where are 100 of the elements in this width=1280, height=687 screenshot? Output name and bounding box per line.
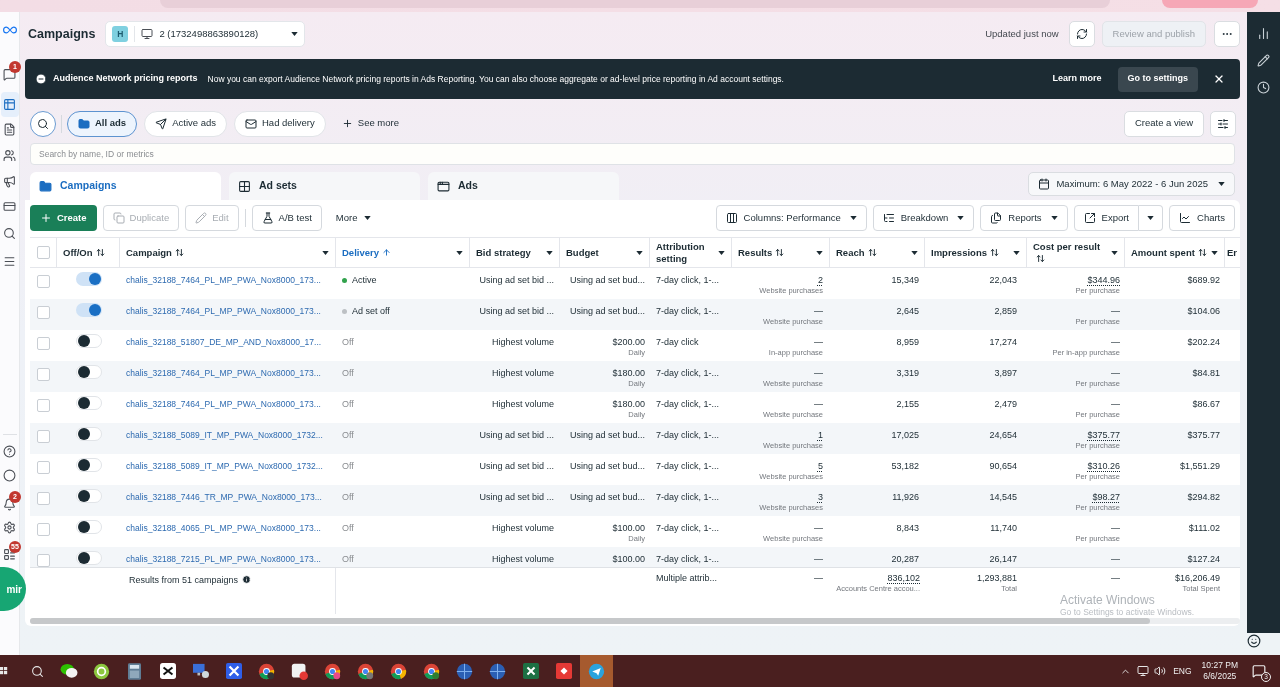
row-checkbox[interactable] [37, 523, 50, 536]
more-menu-button[interactable]: More [327, 205, 380, 231]
help-icon[interactable] [3, 445, 16, 458]
globe-icon[interactable] [456, 662, 473, 680]
column-header[interactable]: Delivery [336, 238, 470, 267]
results-value[interactable]: 2 [818, 275, 823, 286]
export-button[interactable]: Export [1073, 205, 1139, 231]
filter-pill[interactable]: Active ads [144, 110, 227, 137]
level-tab[interactable]: Ads [428, 172, 619, 200]
campaign-link[interactable]: chalis_32188_7215_PL_MP_PWA_Nox8000_173... [126, 554, 336, 565]
filter-pill[interactable]: Had delivery [234, 110, 326, 137]
card-icon[interactable] [3, 200, 16, 213]
column-header[interactable]: Amount spent [1125, 238, 1225, 267]
row-checkbox[interactable] [37, 554, 50, 567]
column-header[interactable]: Er [1225, 238, 1240, 267]
cross-app-icon[interactable] [225, 663, 242, 679]
campaign-link[interactable]: chalis_32188_7464_PL_MP_PWA_Nox8000_173... [126, 399, 336, 410]
menu-button[interactable]: Breakdown [872, 205, 975, 231]
toolbar-button[interactable]: A/B test [251, 205, 322, 231]
row-checkbox[interactable] [37, 337, 50, 350]
select-all-checkbox[interactable] [36, 246, 50, 259]
campaign-link[interactable]: chalis_32188_7464_PL_MP_PWA_Nox8000_173... [126, 306, 336, 317]
go-to-settings-button[interactable]: Go to settings [1117, 66, 1198, 92]
monitor-icon[interactable] [1137, 665, 1150, 677]
row-checkbox[interactable] [37, 461, 50, 474]
search-icon[interactable] [30, 664, 44, 678]
toggle-switch[interactable] [75, 489, 102, 503]
cost-per-result-value[interactable]: $375.77 [1087, 430, 1120, 441]
toggle-switch[interactable] [75, 272, 102, 286]
charts-button[interactable]: Charts [1169, 205, 1235, 231]
monitor-app-icon[interactable] [191, 663, 210, 679]
megaphone-icon[interactable] [3, 175, 16, 188]
clock-icon[interactable] [1257, 81, 1270, 94]
language-indicator[interactable]: ENG [1173, 664, 1192, 678]
reach-total[interactable]: 836,102 [887, 573, 920, 584]
export-menu-button[interactable] [1139, 205, 1163, 231]
column-header[interactable]: Bid strategy [470, 238, 560, 267]
column-header[interactable]: Off/On [57, 238, 120, 267]
browser-icon[interactable] [324, 662, 341, 680]
circle-icon[interactable] [3, 469, 16, 482]
browser-icon[interactable] [423, 662, 440, 680]
menu-icon[interactable] [3, 255, 16, 268]
results-value[interactable]: 1 [818, 430, 823, 441]
filter-settings-button[interactable] [1210, 110, 1236, 137]
row-checkbox[interactable] [37, 492, 50, 505]
cost-per-result-value[interactable]: $98.27 [1092, 492, 1120, 503]
table-nav-item[interactable] [0, 92, 19, 117]
column-header[interactable]: Results [732, 238, 830, 267]
results-value[interactable]: 5 [818, 461, 823, 472]
refresh-button[interactable] [1068, 21, 1095, 47]
date-range-button[interactable]: Maximum: 6 May 2022 - 6 Jun 2025 [1028, 172, 1235, 196]
clock-time[interactable]: 10:27 PM [1201, 660, 1238, 671]
menu-button[interactable]: Reports [980, 205, 1068, 231]
clock-date[interactable]: 6/6/2025 [1203, 671, 1237, 682]
level-tab[interactable]: Ad sets [229, 172, 420, 200]
chat-bubbles-icon[interactable] [59, 663, 78, 679]
cost-per-result-value[interactable]: $310.26 [1087, 461, 1120, 472]
filter-pill[interactable]: All ads [67, 110, 138, 137]
column-header[interactable]: Impressions [925, 238, 1027, 267]
level-tab[interactable]: Campaigns [30, 172, 221, 200]
toggle-switch[interactable] [75, 520, 102, 534]
tile-app-icon[interactable] [291, 662, 308, 680]
search-field[interactable]: Search by name, ID or metrics [30, 143, 1235, 165]
campaign-link[interactable]: chalis_32188_51807_DE_MP_AND_Nox8000_17... [126, 337, 336, 348]
campaign-link[interactable]: chalis_32188_7446_TR_MP_PWA_Nox8000_173... [126, 492, 336, 503]
campaign-link[interactable]: chalis_32188_5089_IT_MP_PWA_Nox8000_1732... [126, 430, 336, 441]
browser-icon[interactable] [258, 662, 275, 680]
ring-app-icon[interactable] [93, 662, 110, 680]
globe-icon[interactable] [489, 662, 506, 680]
column-header[interactable]: Campaign [120, 238, 336, 267]
diamond-app-icon[interactable] [555, 663, 572, 679]
paper-plane-icon[interactable] [588, 662, 605, 680]
cost-per-result-value[interactable]: $344.96 [1087, 275, 1120, 286]
menu-button[interactable]: Columns: Performance [715, 205, 867, 231]
search-button[interactable] [30, 110, 56, 137]
pencil-icon[interactable] [1257, 54, 1270, 67]
campaign-link[interactable]: chalis_32188_7464_PL_MP_PWA_Nox8000_173... [126, 275, 336, 286]
campaign-link[interactable]: chalis_32188_7464_PL_MP_PWA_Nox8000_173... [126, 368, 336, 379]
windows-logo-icon[interactable] [0, 666, 8, 676]
toggle-switch[interactable] [75, 365, 102, 379]
people-icon[interactable] [3, 149, 16, 162]
see-more-button[interactable]: See more [337, 110, 403, 137]
toggle-switch[interactable] [75, 427, 102, 441]
toggle-switch[interactable] [75, 396, 102, 410]
row-checkbox[interactable] [37, 399, 50, 412]
account-selector[interactable]: H 2 (1732498863890128) [105, 21, 306, 47]
toggle-switch[interactable] [75, 458, 102, 472]
column-header[interactable]: Budget [560, 238, 650, 267]
volume-icon[interactable] [1154, 665, 1167, 677]
calculator-icon[interactable] [128, 662, 141, 680]
column-header[interactable]: Reach [830, 238, 925, 267]
column-header[interactable]: Attribution setting [650, 238, 732, 267]
row-checkbox[interactable] [37, 275, 50, 288]
bell-icon[interactable] [3, 498, 16, 511]
browser-icon[interactable] [390, 662, 407, 680]
campaign-link[interactable]: chalis_32188_4065_PL_MP_PWA_Nox8000_173... [126, 523, 336, 534]
message-icon[interactable] [3, 68, 16, 81]
x-tile-app-icon[interactable] [159, 663, 176, 679]
row-checkbox[interactable] [37, 430, 50, 443]
bar-chart-icon[interactable] [1257, 27, 1270, 40]
